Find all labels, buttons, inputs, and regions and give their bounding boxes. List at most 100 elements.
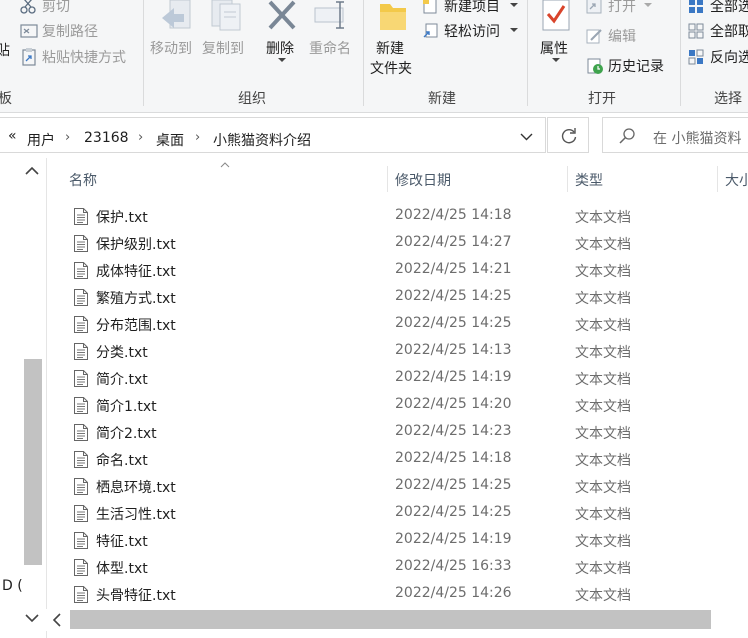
select-none-button[interactable]: 全部取 — [688, 21, 748, 41]
file-name: 繁殖方式.txt — [96, 291, 176, 307]
address-row: « 用户 › 23168 › 桌面 › 小熊猫资料介绍 在 小熊猫资料 — [0, 114, 748, 158]
move-to-button[interactable]: 移动到 — [150, 0, 196, 80]
search-box[interactable]: 在 小熊猫资料 — [602, 117, 748, 153]
open-label: 打开 — [608, 0, 636, 15]
scroll-down-icon[interactable] — [25, 613, 39, 623]
edit-icon — [586, 29, 602, 44]
file-row[interactable]: 繁殖方式.txt 2022/4/25 14:25 文本文档 — [56, 284, 748, 311]
copy-path-icon — [20, 24, 38, 38]
file-name: 体型.txt — [96, 561, 148, 577]
file-row[interactable]: 特征.txt 2022/4/25 14:19 文本文档 — [56, 527, 748, 554]
ribbon-separator — [527, 0, 528, 106]
file-modified-date: 2022/4/25 14:25 — [395, 288, 512, 304]
file-row[interactable]: 栖息环境.txt 2022/4/25 14:25 文本文档 — [56, 473, 748, 500]
file-row[interactable]: 保护.txt 2022/4/25 14:18 文本文档 — [56, 203, 748, 230]
text-file-icon — [74, 424, 88, 441]
column-divider[interactable] — [717, 166, 718, 192]
breadcrumb-item[interactable]: 小熊猫资料介绍 — [213, 130, 311, 150]
file-row[interactable]: 分布范围.txt 2022/4/25 14:25 文本文档 — [56, 311, 748, 338]
column-date[interactable]: 修改日期 — [395, 170, 451, 190]
file-type: 文本文档 — [575, 534, 631, 550]
file-type: 文本文档 — [575, 480, 631, 496]
column-divider[interactable] — [387, 166, 388, 192]
select-all-button[interactable]: 全部选 — [688, 0, 748, 16]
file-row[interactable]: 简介1.txt 2022/4/25 14:20 文本文档 — [56, 392, 748, 419]
file-type: 文本文档 — [575, 372, 631, 388]
paste-button-partial[interactable]: 贴 — [0, 40, 10, 60]
file-row[interactable]: 简介2.txt 2022/4/25 14:23 文本文档 — [56, 419, 748, 446]
breadcrumb-item[interactable]: 用户 — [27, 130, 55, 150]
file-name: 特征.txt — [96, 534, 148, 550]
chevron-down-icon — [278, 58, 286, 62]
rename-button[interactable]: 重命名 — [308, 0, 358, 80]
easy-access-button[interactable]: 轻松访问 — [422, 21, 522, 41]
paste-shortcut-label: 粘贴快捷方式 — [42, 50, 126, 66]
file-type: 文本文档 — [575, 453, 631, 469]
select-all-label: 全部选 — [710, 0, 748, 15]
column-type[interactable]: 类型 — [575, 170, 603, 190]
file-row[interactable]: 体型.txt 2022/4/25 16:33 文本文档 — [56, 554, 748, 581]
text-file-icon — [74, 316, 88, 333]
column-size[interactable]: 大小 — [725, 170, 748, 190]
text-file-icon — [74, 370, 88, 387]
open-icon — [586, 0, 602, 14]
text-file-icon — [74, 289, 88, 306]
sort-ascending-icon — [220, 162, 230, 168]
file-name: 生活习性.txt — [96, 507, 176, 523]
breadcrumb-chevron-icon[interactable]: › — [138, 130, 143, 145]
organize-group-label: 组织 — [238, 91, 266, 107]
column-name[interactable]: 名称 — [69, 170, 97, 190]
breadcrumb-overflow[interactable]: « — [8, 128, 17, 144]
file-row[interactable]: 头骨特征.txt 2022/4/25 14:26 文本文档 — [56, 581, 748, 608]
chevron-down-icon[interactable] — [520, 133, 533, 141]
file-row[interactable]: 分类.txt 2022/4/25 14:13 文本文档 — [56, 338, 748, 365]
file-name: 简介2.txt — [96, 426, 157, 442]
nav-scrollbar-thumb[interactable] — [24, 359, 42, 565]
file-type: 文本文档 — [575, 399, 631, 415]
file-row[interactable]: 生活习性.txt 2022/4/25 14:25 文本文档 — [56, 500, 748, 527]
chevron-down-icon — [552, 58, 560, 62]
refresh-icon — [561, 128, 577, 144]
copy-to-button[interactable]: 复制到 — [200, 0, 248, 80]
file-row[interactable]: 保护级别.txt 2022/4/25 14:27 文本文档 — [56, 230, 748, 257]
invert-selection-button[interactable]: 反向选 — [688, 47, 748, 67]
clipboard-group-label: 板 — [0, 91, 12, 107]
ribbon: 贴 剪切 复制路径 粘贴快捷方式 板 移动到 复制到 删除 重命名 组织 新建 … — [0, 0, 748, 113]
select-none-icon — [688, 23, 704, 39]
breadcrumb-item[interactable]: 23168 — [84, 130, 129, 146]
new-item-label: 新建项目 — [444, 0, 500, 15]
file-name: 栖息环境.txt — [96, 480, 176, 496]
ribbon-separator — [143, 0, 144, 106]
breadcrumb-item[interactable]: 桌面 — [156, 130, 184, 150]
ribbon-separator — [680, 0, 681, 106]
history-button[interactable]: 历史记录 — [586, 56, 676, 76]
breadcrumb-chevron-icon[interactable]: › — [195, 130, 200, 145]
scroll-left-icon[interactable] — [52, 613, 62, 627]
file-row[interactable]: 成体特征.txt 2022/4/25 14:21 文本文档 — [56, 257, 748, 284]
text-file-icon — [74, 235, 88, 252]
file-row[interactable]: 简介.txt 2022/4/25 14:19 文本文档 — [56, 365, 748, 392]
address-bar[interactable]: « 用户 › 23168 › 桌面 › 小熊猫资料介绍 — [0, 117, 546, 153]
scroll-up-icon[interactable] — [25, 166, 39, 176]
column-divider[interactable] — [567, 166, 568, 192]
edit-button[interactable]: 编辑 — [586, 26, 656, 46]
new-item-button[interactable]: 新建项目 — [422, 0, 522, 16]
file-name: 简介1.txt — [96, 399, 157, 415]
file-row[interactable]: 命名.txt 2022/4/25 14:18 文本文档 — [56, 446, 748, 473]
refresh-button[interactable] — [547, 117, 589, 153]
nav-drive-item[interactable]: D ( — [2, 578, 23, 594]
invert-selection-label: 反向选 — [710, 50, 748, 66]
delete-button[interactable]: 删除 — [262, 0, 302, 80]
search-placeholder: 在 小熊猫资料 — [653, 131, 742, 147]
file-type: 文本文档 — [575, 507, 631, 523]
properties-button[interactable]: 属性 — [536, 0, 576, 80]
new-folder-button[interactable]: 新建 文件夹 — [368, 0, 420, 80]
file-type: 文本文档 — [575, 588, 631, 604]
text-file-icon — [74, 451, 88, 468]
horizontal-scrollbar-thumb[interactable] — [70, 610, 711, 629]
breadcrumb-chevron-icon[interactable]: › — [65, 130, 70, 145]
open-button[interactable]: 打开 — [586, 0, 656, 16]
select-all-icon — [689, 0, 703, 13]
file-modified-date: 2022/4/25 14:18 — [395, 207, 512, 223]
copy-to-label: 复制到 — [202, 41, 244, 57]
